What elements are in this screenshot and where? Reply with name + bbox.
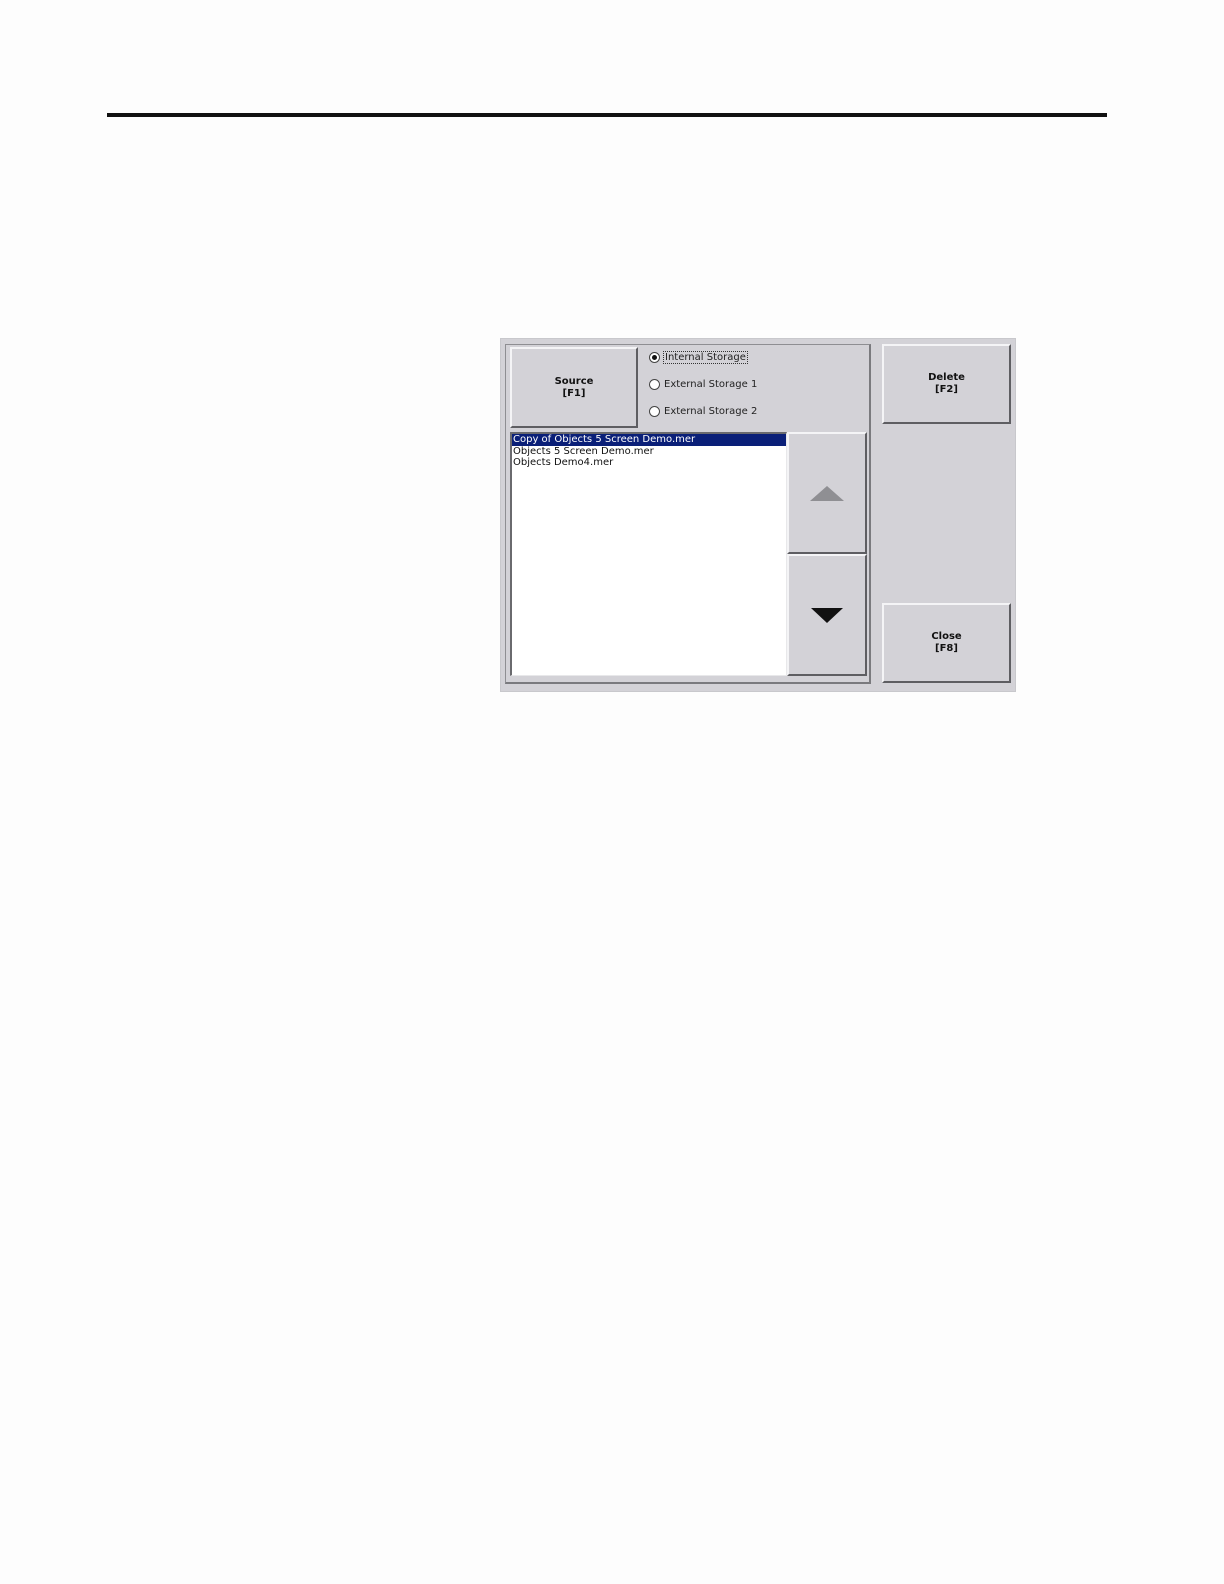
list-item[interactable]: Objects Demo4.mer xyxy=(512,457,786,469)
delete-button-label: Delete xyxy=(928,372,965,383)
triangle-up-icon xyxy=(810,485,844,501)
radio-external-storage-2-label: External Storage 2 xyxy=(664,406,758,417)
page-header-rule xyxy=(107,113,1107,117)
radio-external-storage-2[interactable]: External Storage 2 xyxy=(649,406,757,417)
delete-button-key: [F2] xyxy=(935,384,958,395)
list-item[interactable]: Copy of Objects 5 Screen Demo.mer xyxy=(512,434,786,446)
source-button-label: Source xyxy=(554,375,594,387)
close-button-label: Close xyxy=(931,631,962,642)
triangle-down-icon xyxy=(811,607,843,623)
radio-internal-storage-circle[interactable] xyxy=(649,352,660,363)
source-button-key: [F1] xyxy=(562,387,586,399)
list-item[interactable]: Objects 5 Screen Demo.mer xyxy=(512,446,786,458)
scroll-up-button[interactable] xyxy=(787,432,867,554)
radio-external-storage-2-circle[interactable] xyxy=(649,406,660,417)
delete-button[interactable]: Delete [F2] xyxy=(882,344,1011,424)
radio-internal-storage-label: Internal Storage xyxy=(663,351,748,364)
close-button-key: [F8] xyxy=(935,643,958,654)
radio-external-storage-1[interactable]: External Storage 1 xyxy=(649,379,757,390)
file-list[interactable]: Copy of Objects 5 Screen Demo.mer Object… xyxy=(510,432,787,676)
radio-external-storage-1-label: External Storage 1 xyxy=(664,379,758,390)
close-button[interactable]: Close [F8] xyxy=(882,603,1011,683)
radio-external-storage-1-circle[interactable] xyxy=(649,379,660,390)
source-button[interactable]: Source [F1] xyxy=(510,347,638,428)
radio-internal-storage[interactable]: Internal Storage xyxy=(649,351,748,364)
scroll-down-button[interactable] xyxy=(787,554,867,676)
